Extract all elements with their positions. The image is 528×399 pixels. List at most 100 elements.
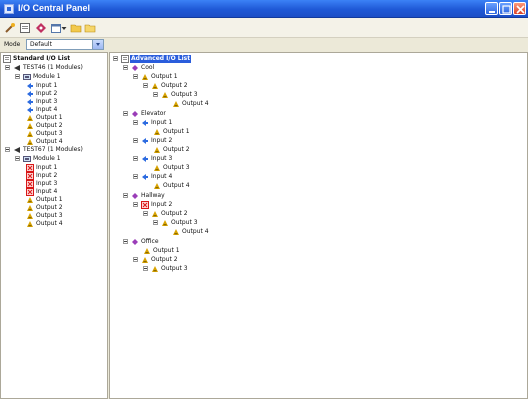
dropdown-arrow-icon [61,27,67,30]
toolbar [0,18,528,38]
properties-button[interactable] [19,22,31,34]
minimize-icon [489,11,495,13]
collapse-toggle[interactable] [133,257,138,262]
collapse-toggle[interactable] [133,120,138,125]
item-label: Output 4 [36,138,63,145]
open-folder-button[interactable] [70,22,82,34]
tree-root-label: Advanced I/O List [130,55,192,63]
folder-button[interactable] [84,22,96,34]
maximize-button[interactable] [499,2,512,15]
collapse-toggle[interactable] [113,56,118,61]
group-icon [131,192,139,200]
list-icon [3,55,11,63]
wand-button[interactable] [4,22,16,34]
input-icon [141,173,149,181]
output-icon [151,82,159,90]
item-label: Output 1 [163,128,190,135]
close-button[interactable] [513,2,526,15]
collapse-toggle[interactable] [133,174,138,179]
collapse-toggle[interactable] [143,83,148,88]
module-label: Module 1 [33,73,61,80]
collapse-toggle[interactable] [123,239,128,244]
collapse-toggle[interactable] [153,220,158,225]
item-label: Output 2 [163,146,190,153]
advanced-io-tree[interactable]: Advanced I/O List Cool Output 1 Output 2… [109,52,528,399]
item-label: Output 1 [153,247,180,254]
tag-button[interactable] [35,22,47,34]
item-label: Input 1 [151,119,173,126]
collapse-toggle[interactable] [133,138,138,143]
collapse-toggle[interactable] [123,193,128,198]
item-label: Input 4 [36,188,58,195]
item-label: Input 3 [36,180,58,187]
led-input-icon [26,188,34,196]
collapse-toggle[interactable] [153,92,158,97]
item-label: Output 2 [161,82,188,89]
output-icon [26,196,34,204]
output-icon [26,122,34,130]
item-label: Input 2 [36,172,58,179]
output-icon [172,100,180,108]
dropdown-button[interactable] [61,22,67,34]
output-icon [153,182,161,190]
item-label: Input 2 [151,201,173,208]
mode-select[interactable]: Default [26,39,104,50]
window-title: I/O Central Panel [18,3,91,13]
collapse-toggle[interactable] [123,111,128,116]
folder-icon [84,24,96,33]
output-icon [161,219,169,227]
output-icon [26,130,34,138]
item-label: Output 3 [161,265,188,272]
led-input-icon [26,164,34,172]
group-label: Office [141,238,159,245]
item-label: Input 3 [36,98,58,105]
output-icon [26,138,34,146]
output-icon [153,146,161,154]
item-label: Output 2 [36,204,63,211]
item-label: Input 1 [36,164,58,171]
item-label: Output 4 [36,220,63,227]
group-icon [131,64,139,72]
collapse-toggle[interactable] [133,202,138,207]
collapse-toggle[interactable] [143,211,148,216]
maximize-icon [502,5,511,14]
collapse-toggle[interactable] [15,156,20,161]
wand-icon [5,23,15,33]
item-label: Output 1 [36,114,63,121]
group-label: Elevator [141,110,166,117]
collapse-toggle[interactable] [123,65,128,70]
input-icon [26,82,34,90]
collapse-toggle[interactable] [133,74,138,79]
app-window: I/O Central Panel Mode Default Standard … [0,0,528,399]
close-icon [516,5,525,14]
collapse-toggle[interactable] [5,65,10,70]
item-label: Output 3 [171,219,198,226]
item-label: Input 4 [151,173,173,180]
collapse-toggle[interactable] [5,147,10,152]
title-bar[interactable]: I/O Central Panel [0,0,528,18]
item-label: Output 3 [163,164,190,171]
led-input-icon [141,201,149,209]
item-label: Output 1 [151,73,178,80]
item-label: Output 3 [36,212,63,219]
group-icon [131,110,139,118]
led-input-icon [26,172,34,180]
minimize-button[interactable] [485,2,498,15]
input-icon [141,155,149,163]
chevron-down-icon[interactable] [92,40,103,49]
mode-bar: Mode Default [0,38,528,52]
list-icon [121,55,129,63]
input-icon [141,119,149,127]
standard-io-tree[interactable]: Standard I/O List TEST46 (1 Modules) Mod… [0,52,108,399]
output-icon [26,212,34,220]
collapse-toggle[interactable] [15,74,20,79]
mode-value: Default [30,41,52,48]
mode-label: Mode [4,41,21,48]
expand-toggle[interactable] [143,266,148,271]
device-label: TEST67 (1 Modules) [23,146,83,153]
collapse-toggle[interactable] [133,156,138,161]
group-label: Hallway [141,192,165,199]
item-label: Output 2 [161,210,188,217]
output-icon [153,164,161,172]
output-icon [143,247,151,255]
